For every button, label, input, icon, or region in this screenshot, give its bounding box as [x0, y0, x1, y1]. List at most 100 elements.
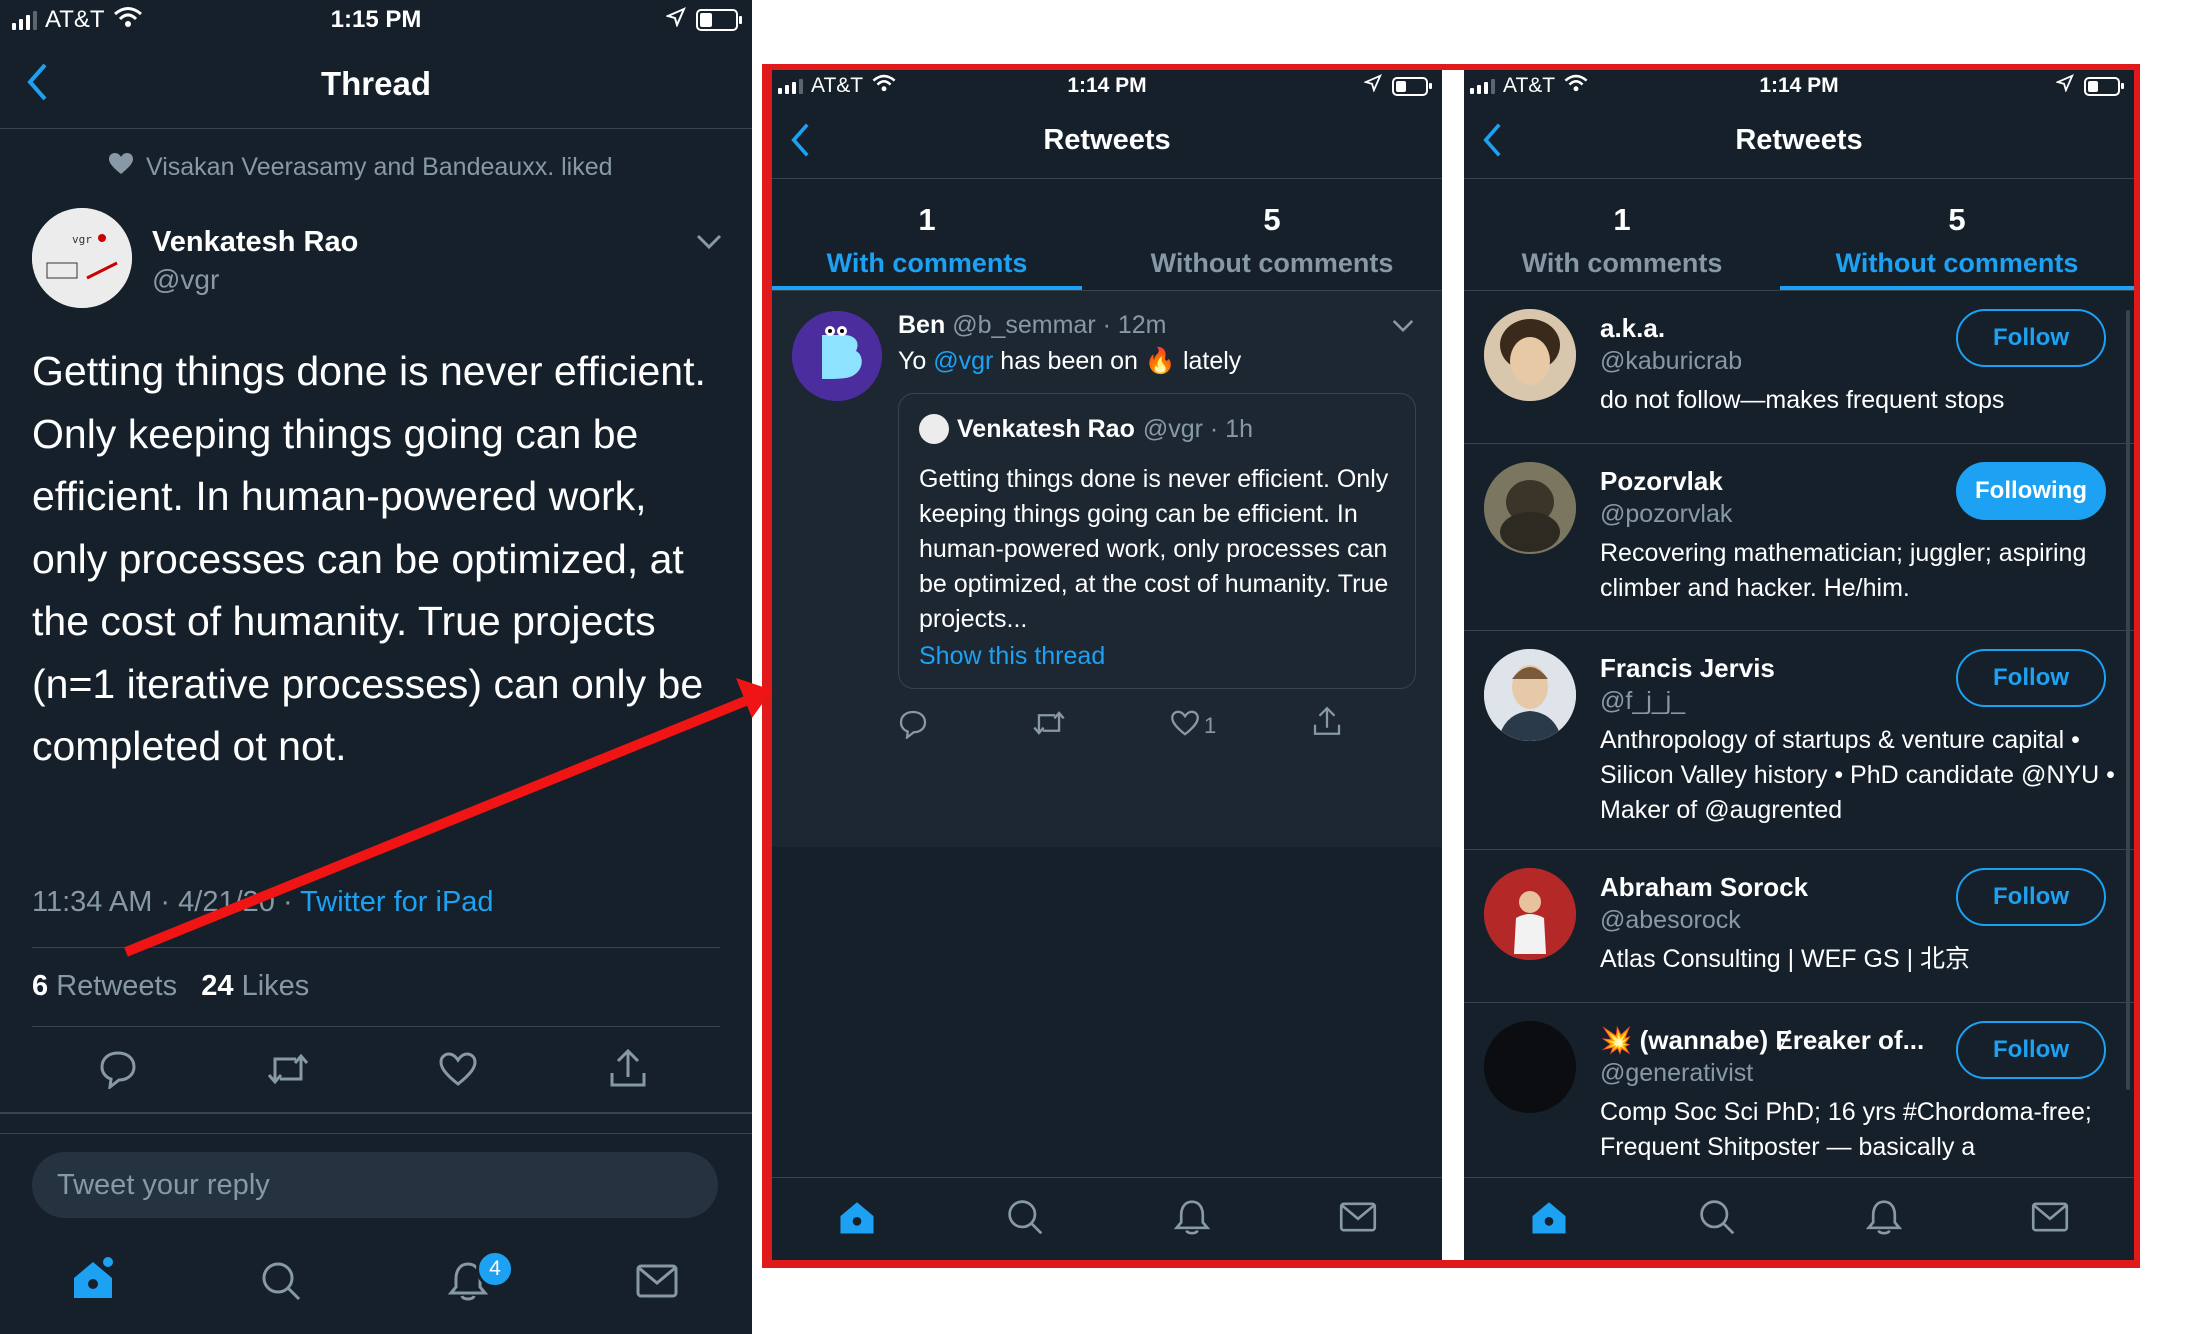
- user-bio: Atlas Consulting | WEF GS | 北京: [1600, 945, 1971, 973]
- quoted-tweet-text: Getting things done is never efficient. …: [919, 465, 1389, 633]
- chevron-down-icon[interactable]: [1392, 319, 1414, 338]
- carrier-label: AT&T: [1503, 74, 1556, 97]
- explosion-emoji: 💥: [1600, 1025, 1633, 1055]
- home-icon[interactable]: [1529, 1197, 1569, 1242]
- follow-button[interactable]: Follow: [1956, 868, 2106, 926]
- user-row[interactable]: 💥 (wannabe) Ɇreaker of... @generativist …: [1464, 1003, 2134, 1178]
- follow-button[interactable]: Follow: [1956, 1021, 2106, 1079]
- share-icon[interactable]: [1312, 705, 1342, 742]
- share-icon[interactable]: [608, 1047, 648, 1094]
- messages-icon[interactable]: [1339, 1201, 1377, 1237]
- tab-count: 1: [918, 202, 936, 237]
- battery-icon: [2084, 76, 2124, 96]
- search-icon[interactable]: [1006, 1198, 1044, 1241]
- retweet-icon[interactable]: [266, 1051, 310, 1092]
- nav-bar: Retweets: [772, 102, 1442, 179]
- back-chevron-icon[interactable]: [1482, 122, 1502, 163]
- search-icon[interactable]: [1698, 1198, 1736, 1241]
- author-handle[interactable]: @vgr: [152, 264, 219, 296]
- battery-icon: [696, 9, 742, 31]
- tweet-text-part: lately: [1176, 347, 1242, 375]
- divider: [0, 1133, 752, 1134]
- reply-input[interactable]: Tweet your reply: [32, 1152, 718, 1218]
- user-avatar[interactable]: [1484, 868, 1576, 960]
- user-name[interactable]: Pozorvlak: [1600, 466, 1723, 497]
- mention-link[interactable]: @vgr: [933, 347, 993, 375]
- action-bar: [0, 1045, 752, 1097]
- back-chevron-icon[interactable]: [26, 62, 48, 107]
- user-handle: @f_j_j_: [1600, 687, 1686, 715]
- messages-icon[interactable]: [636, 1264, 678, 1303]
- scrollbar[interactable]: [2126, 310, 2130, 1090]
- following-button[interactable]: Following: [1956, 462, 2106, 520]
- user-row[interactable]: Francis Jervis @f_j_j_ Anthropology of s…: [1464, 631, 2134, 849]
- quoted-tweet-card[interactable]: Venkatesh Rao @vgr · 1h Getting things d…: [898, 393, 1416, 689]
- author-name[interactable]: Venkatesh Rao: [152, 226, 358, 259]
- user-name[interactable]: Abraham Sorock: [1600, 872, 1808, 903]
- user-row[interactable]: Abraham Sorock @abesorock Atlas Consulti…: [1464, 850, 2134, 1002]
- reply-icon[interactable]: [898, 709, 928, 744]
- clock: 1:14 PM: [1067, 74, 1147, 97]
- tab-without-comments[interactable]: 5 Without comments: [1102, 178, 1442, 290]
- notifications-icon[interactable]: [1865, 1198, 1902, 1241]
- show-thread-link[interactable]: Show this thread: [919, 642, 1105, 671]
- user-name[interactable]: 💥 (wannabe) Ɇreaker of...: [1600, 1025, 1924, 1056]
- retweet-tabs: 1 With comments 5 Without comments: [772, 178, 1442, 291]
- tweet-author-name[interactable]: Ben: [898, 311, 945, 339]
- user-row[interactable]: Pozorvlak @pozorvlak Recovering mathemat…: [1464, 444, 2134, 630]
- quoted-author-avatar: [919, 414, 949, 444]
- divider: [32, 1026, 720, 1027]
- user-name[interactable]: Francis Jervis: [1600, 653, 1775, 684]
- user-bio: do not follow—makes frequent stops: [1600, 386, 2005, 414]
- status-bar: AT&T 1:15 PM: [0, 0, 752, 40]
- user-handle: @kaburicrab: [1600, 347, 1743, 375]
- tab-with-comments[interactable]: 1 With comments: [1464, 178, 1780, 290]
- left-phone-screen: AT&T 1:15 PM Thread Visakan Veerasamy an…: [0, 0, 752, 1334]
- tab-label: With comments: [826, 248, 1028, 278]
- battery-icon: [1392, 76, 1432, 96]
- like-button[interactable]: 1: [1170, 709, 1216, 742]
- ben-avatar[interactable]: [792, 311, 882, 401]
- status-bar: AT&T 1:14 PM: [1464, 70, 2134, 102]
- user-avatar[interactable]: [1484, 1021, 1576, 1113]
- reply-icon[interactable]: [98, 1049, 138, 1094]
- tweet-source-link[interactable]: Twitter for iPad: [300, 886, 493, 918]
- follow-button[interactable]: Follow: [1956, 309, 2106, 367]
- reply-placeholder: Tweet your reply: [57, 1168, 270, 1201]
- like-icon[interactable]: [438, 1051, 478, 1092]
- tab-label: Without comments: [1835, 248, 2079, 278]
- author-avatar[interactable]: vgr: [32, 208, 132, 308]
- user-name-text: (wannabe) Ɇreaker of...: [1639, 1025, 1925, 1055]
- quote-tweet[interactable]: Ben @b_semmar · 12m Yo @vgr has been on …: [772, 291, 1442, 847]
- user-avatar[interactable]: [1484, 462, 1576, 554]
- tweet-text-part: has been on: [993, 347, 1145, 375]
- user-name[interactable]: a.k.a.: [1600, 313, 1665, 344]
- retweets-stat[interactable]: 6 Retweets: [32, 970, 177, 1002]
- tab-with-comments[interactable]: 1 With comments: [772, 178, 1082, 290]
- user-row[interactable]: a.k.a. @kaburicrab do not follow—makes f…: [1464, 291, 2134, 443]
- tab-without-comments[interactable]: 5 Without comments: [1780, 178, 2134, 290]
- signal-icon: [12, 10, 37, 30]
- messages-icon[interactable]: [2031, 1201, 2069, 1237]
- back-chevron-icon[interactable]: [790, 122, 810, 163]
- user-avatar[interactable]: [1484, 649, 1576, 741]
- location-icon: [1363, 74, 1382, 98]
- retweet-icon[interactable]: [1032, 709, 1066, 742]
- notifications-icon[interactable]: [1173, 1198, 1210, 1241]
- retweet-tabs: 1 With comments 5 Without comments: [1464, 178, 2134, 291]
- active-tab-indicator: [1780, 286, 2134, 290]
- likes-stat[interactable]: 24 Likes: [201, 970, 309, 1002]
- follow-button[interactable]: Follow: [1956, 649, 2106, 707]
- right-phone-screen: AT&T 1:14 PM Retweets 1 With comments 5 …: [1464, 70, 2134, 1260]
- home-icon[interactable]: [837, 1197, 877, 1242]
- middle-phone-screen: AT&T 1:14 PM Retweets 1 With comments 5 …: [772, 70, 1442, 1260]
- home-icon[interactable]: [70, 1256, 116, 1307]
- chevron-down-icon[interactable]: [696, 234, 722, 255]
- signal-icon: [1470, 78, 1495, 94]
- carrier-label: AT&T: [811, 74, 864, 97]
- like-count: 1: [1204, 712, 1217, 738]
- signal-icon: [778, 78, 803, 94]
- user-avatar[interactable]: [1484, 309, 1576, 401]
- search-icon[interactable]: [260, 1260, 302, 1307]
- fire-emoji: 🔥: [1144, 347, 1176, 375]
